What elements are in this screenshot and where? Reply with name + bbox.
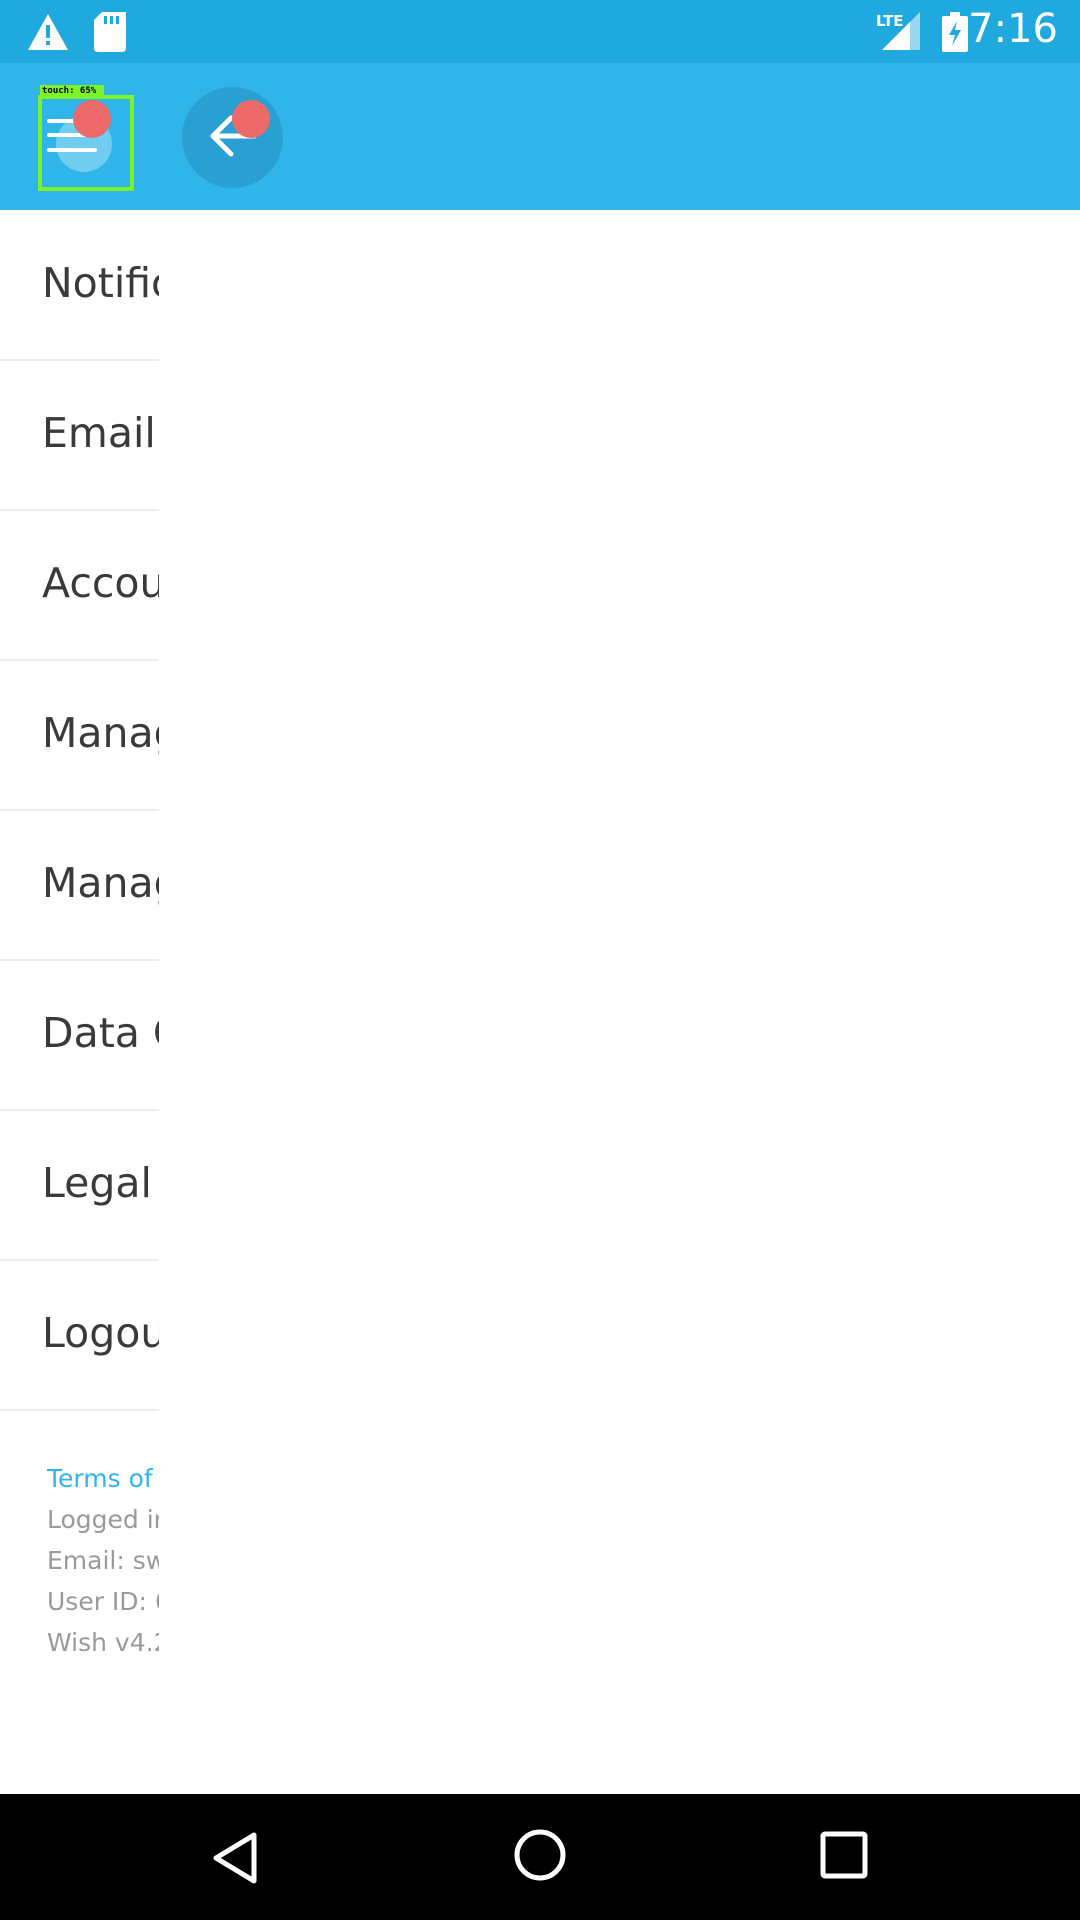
app-bar <box>0 63 1080 210</box>
sd-card-icon <box>94 12 126 52</box>
account-footer: Terms of Logged ir Email: sw User ID: 6 … <box>0 1458 160 1663</box>
settings-list: Notific Email Accou Manag Manag Data C L… <box>0 211 160 1411</box>
settings-item-logout[interactable]: Logou <box>0 1261 160 1411</box>
status-bar: LTE 7:16 <box>0 0 1080 63</box>
logged-in-text: Logged ir <box>47 1505 160 1534</box>
settings-item-notifications[interactable]: Notific <box>0 211 160 361</box>
version-text: Wish v4.2 <box>47 1628 160 1657</box>
settings-item-label: Manag <box>42 709 160 757</box>
content-panel <box>159 211 1080 1794</box>
settings-item-data[interactable]: Data C <box>0 961 160 1111</box>
user-id-text: User ID: 6 <box>47 1587 160 1616</box>
battery-charging-icon <box>942 12 968 52</box>
settings-item-label: Manag <box>42 859 160 907</box>
touch-point-marker <box>232 100 270 138</box>
nav-back-icon[interactable] <box>212 1832 258 1884</box>
settings-item-label: Logou <box>42 1309 160 1357</box>
settings-item-manage-2[interactable]: Manag <box>0 811 160 961</box>
settings-item-label: Notific <box>42 259 160 307</box>
terms-link[interactable]: Terms of <box>47 1458 160 1499</box>
settings-item-label: Data C <box>42 1009 160 1057</box>
email-text: Email: sw <box>47 1546 160 1575</box>
settings-item-label: Accou <box>42 559 160 607</box>
settings-item-email[interactable]: Email <box>0 361 160 511</box>
signal-icon <box>882 12 920 50</box>
settings-item-legal[interactable]: Legal <box>0 1111 160 1261</box>
warning-icon <box>28 14 68 50</box>
settings-item-account[interactable]: Accou <box>0 511 160 661</box>
settings-item-label: Email <box>42 409 156 457</box>
nav-home-icon[interactable] <box>513 1828 567 1882</box>
settings-item-label: Legal <box>42 1159 152 1207</box>
touch-highlight-box <box>38 95 134 191</box>
settings-item-manage-1[interactable]: Manag <box>0 661 160 811</box>
nav-recents-icon[interactable] <box>820 1831 868 1879</box>
system-nav-bar <box>0 1794 1080 1920</box>
status-time: 7:16 <box>968 6 1058 52</box>
touch-overlay-label: touch: 65% <box>40 85 104 97</box>
